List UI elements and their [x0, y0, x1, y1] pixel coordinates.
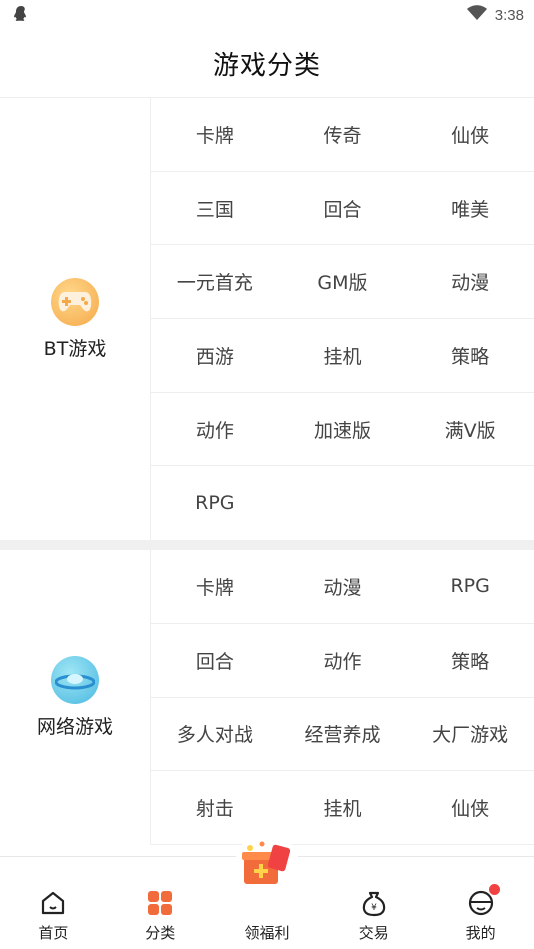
home-icon [38, 888, 68, 918]
tag-grid-online: 卡牌 动漫 RPG 回合 动作 策略 多人对战 经营养成 大厂游戏 射击 挂机 … [151, 550, 534, 845]
nav-label: 分类 [145, 924, 176, 942]
status-bar: 3:38 [0, 0, 534, 30]
category-tag[interactable]: 挂机 [278, 771, 407, 845]
category-tag[interactable]: RPG [151, 466, 279, 540]
qq-notification-icon [11, 4, 31, 24]
category-tag[interactable]: 动作 [151, 393, 279, 467]
category-tag[interactable]: 传奇 [278, 98, 407, 172]
category-tag[interactable]: 仙侠 [406, 98, 534, 172]
page-header: 游戏分类 [0, 30, 534, 98]
category-tag[interactable]: 卡牌 [151, 98, 279, 172]
category-tag[interactable]: 回合 [151, 624, 279, 698]
category-tag[interactable]: 回合 [278, 172, 407, 246]
planet-icon [51, 656, 99, 704]
category-tag[interactable]: 经营养成 [278, 698, 407, 772]
category-tag[interactable]: 唯美 [406, 172, 534, 246]
nav-item-profile[interactable]: 我的 [427, 857, 534, 949]
nav-item-home[interactable]: 首页 [0, 857, 107, 949]
category-tag[interactable]: 策略 [406, 624, 534, 698]
gift-icon [240, 838, 294, 892]
nav-label: 领福利 [244, 924, 290, 942]
page-title: 游戏分类 [212, 51, 321, 81]
category-tag[interactable]: 一元首充 [151, 245, 279, 320]
gamepad-icon [51, 277, 99, 326]
section-label: 网络游戏 [36, 716, 113, 738]
category-tag[interactable]: RPG [406, 550, 534, 624]
nav-label: 交易 [358, 924, 389, 942]
category-tag[interactable]: 动漫 [406, 245, 534, 320]
category-icon [145, 888, 175, 918]
nav-item-category[interactable]: 分类 [107, 857, 214, 949]
category-tag[interactable]: 动作 [278, 624, 407, 698]
category-section-online: 网络游戏 卡牌 动漫 RPG 回合 动作 策略 多人对战 经营养成 大厂游戏 射… [0, 550, 534, 845]
nav-item-welfare[interactable]: 领福利 [214, 833, 321, 949]
nav-label: 首页 [38, 924, 69, 942]
tag-grid-bt: 卡牌 传奇 仙侠 三国 回合 唯美 一元首充 GM版 动漫 西游 挂机 策略 动… [151, 98, 534, 540]
status-time: 3:38 [494, 6, 524, 24]
welfare-fab[interactable] [234, 833, 299, 897]
section-header-bt[interactable]: BT游戏 [0, 98, 151, 541]
bottom-nav: 首页 分类 领福利 ¥ 交易 我的 [0, 833, 534, 949]
category-tag[interactable]: 西游 [151, 319, 279, 393]
section-label: BT游戏 [43, 337, 107, 360]
category-tag[interactable]: 大厂游戏 [406, 698, 534, 772]
nav-item-trade[interactable]: ¥ 交易 [320, 857, 427, 949]
category-tag[interactable]: 动漫 [278, 550, 407, 624]
category-tag[interactable]: 满V版 [406, 393, 534, 467]
category-tag[interactable]: 仙侠 [406, 771, 534, 845]
money-bag-icon: ¥ [359, 888, 389, 918]
section-divider [0, 540, 534, 551]
category-tag[interactable]: 策略 [406, 319, 534, 393]
category-tag[interactable]: 三国 [151, 172, 279, 246]
nav-label: 我的 [465, 924, 496, 942]
svg-text:¥: ¥ [371, 903, 377, 913]
category-tag[interactable]: 卡牌 [151, 550, 279, 624]
category-tag[interactable]: 挂机 [278, 319, 407, 393]
notification-badge [488, 884, 500, 895]
category-tag[interactable]: 多人对战 [151, 698, 279, 772]
category-section-bt: BT游戏 卡牌 传奇 仙侠 三国 回合 唯美 一元首充 GM版 动漫 西游 挂机… [0, 98, 534, 541]
category-tag[interactable]: 加速版 [278, 393, 407, 467]
category-content[interactable]: BT游戏 卡牌 传奇 仙侠 三国 回合 唯美 一元首充 GM版 动漫 西游 挂机… [0, 98, 534, 856]
section-header-online[interactable]: 网络游戏 [0, 550, 151, 845]
wifi-icon [466, 5, 487, 25]
category-tag[interactable]: GM版 [278, 245, 407, 320]
